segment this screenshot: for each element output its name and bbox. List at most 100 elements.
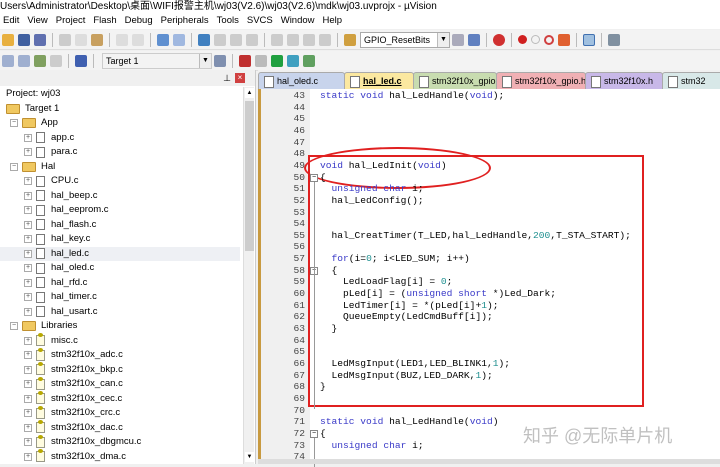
tree-file[interactable]: + stm32f10x_can.c bbox=[24, 376, 123, 391]
menu-peripherals[interactable]: Peripherals bbox=[158, 13, 214, 29]
tree-file[interactable]: + hal_key.c bbox=[24, 232, 90, 246]
collapse-icon[interactable]: − bbox=[10, 162, 18, 171]
tree-file[interactable]: + hal_timer.c bbox=[24, 290, 97, 304]
tree-file[interactable]: + stm32f10x_dma.c bbox=[24, 449, 126, 464]
expand-icon[interactable]: + bbox=[24, 235, 32, 243]
expand-icon[interactable]: + bbox=[24, 264, 32, 272]
fold-toggle-icon[interactable]: − bbox=[310, 173, 318, 182]
tree-file[interactable]: + stm32f10x_bkp.c bbox=[24, 362, 123, 377]
tree-file[interactable]: + hal_beep.c bbox=[24, 189, 97, 203]
load-icon[interactable] bbox=[75, 54, 87, 67]
back-icon[interactable] bbox=[157, 33, 169, 46]
tree-file[interactable]: + CPU.c bbox=[24, 174, 78, 188]
redo-icon[interactable] bbox=[132, 33, 144, 46]
tab-hal-led-c[interactable]: hal_led.c bbox=[344, 72, 414, 89]
indent-icon[interactable] bbox=[271, 33, 283, 46]
menu-svcs[interactable]: SVCS bbox=[244, 13, 278, 29]
collapse-icon[interactable]: − bbox=[10, 322, 18, 330]
kill-breakpoints-icon[interactable] bbox=[544, 34, 554, 45]
menu-tools[interactable]: Tools bbox=[214, 13, 244, 29]
tree-file[interactable]: + misc.c bbox=[24, 333, 78, 348]
batch-build-icon[interactable] bbox=[50, 54, 62, 67]
expand-icon[interactable]: + bbox=[24, 423, 32, 432]
open-icon[interactable] bbox=[2, 33, 14, 46]
expand-icon[interactable]: + bbox=[24, 293, 32, 301]
cut-icon[interactable] bbox=[59, 33, 71, 46]
function-combo[interactable]: GPIO_ResetBits ▼ bbox=[360, 31, 450, 48]
tree-file[interactable]: + stm32f10x_dbgmcu.c bbox=[24, 434, 141, 449]
undo-icon[interactable] bbox=[116, 33, 128, 46]
code-line[interactable]: hal_LedConfig(); bbox=[320, 195, 424, 207]
code-line[interactable]: static void hal_LedHandle(void); bbox=[320, 90, 504, 102]
code-line[interactable]: for(i=0; i<LED_SUM; i++) bbox=[320, 253, 470, 265]
tab-hal-oled-c[interactable]: hal_oled.c bbox=[258, 72, 345, 89]
run-time-environment-icon[interactable] bbox=[303, 54, 315, 67]
code-line[interactable]: hal_CreatTimer(T_LED,hal_LedHandle,200,T… bbox=[320, 230, 631, 242]
comment-icon[interactable] bbox=[303, 33, 315, 46]
menu-project[interactable]: Project bbox=[53, 13, 91, 29]
code-editor[interactable]: 43 static void hal_LedHandle(void); 44 45 46… bbox=[258, 89, 720, 467]
code-line[interactable]: QueueEmpty(LedCmdBuff[i]); bbox=[320, 311, 493, 323]
tree-file[interactable]: + stm32f10x_cec.c bbox=[24, 391, 122, 406]
scroll-down-icon[interactable]: ▼ bbox=[245, 452, 254, 462]
code-line[interactable]: LedLoadFlag[i] = 0; bbox=[320, 276, 452, 288]
bookmark-icon[interactable] bbox=[198, 33, 210, 46]
rebuild-icon[interactable] bbox=[34, 54, 46, 67]
clear-bookmarks-icon[interactable] bbox=[246, 33, 258, 46]
tab-stm32f10x-gpio-h[interactable]: stm32f10x_gpio.h bbox=[496, 72, 586, 89]
target-combo[interactable]: Target 1 ▼ bbox=[102, 52, 212, 69]
pack-installer-icon[interactable] bbox=[271, 54, 283, 67]
expand-icon[interactable]: + bbox=[24, 409, 32, 417]
breakpoint-icon[interactable] bbox=[518, 35, 527, 44]
manage-components-icon[interactable] bbox=[239, 54, 251, 67]
expand-icon[interactable]: + bbox=[24, 278, 32, 287]
expand-icon[interactable]: + bbox=[24, 394, 32, 403]
tab-stm32f10x-gpio-c[interactable]: stm32f10x_gpio.c bbox=[413, 72, 503, 89]
code-line[interactable]: } bbox=[320, 381, 326, 393]
expand-icon[interactable]: + bbox=[24, 452, 32, 461]
tree-file[interactable]: + app.c bbox=[24, 131, 74, 145]
code-line[interactable]: static void hal_LedHandle(void) bbox=[320, 416, 499, 428]
expand-icon[interactable]: + bbox=[24, 438, 32, 446]
expand-icon[interactable]: + bbox=[24, 177, 32, 185]
kill-all-breakpoints-icon[interactable] bbox=[558, 33, 570, 46]
tree-group-hal[interactable]: − Hal bbox=[10, 160, 55, 174]
unindent-icon[interactable] bbox=[287, 33, 299, 46]
expand-icon[interactable]: + bbox=[24, 133, 32, 142]
incremental-find-icon[interactable] bbox=[468, 33, 480, 46]
expand-icon[interactable]: + bbox=[24, 148, 32, 156]
tree-file[interactable]: + para.c bbox=[24, 145, 77, 159]
project-scrollbar[interactable]: ▲ ▼ bbox=[243, 87, 254, 464]
save-icon[interactable] bbox=[18, 33, 30, 46]
window-layout-icon[interactable] bbox=[583, 33, 595, 46]
tree-file[interactable]: + stm32f10x_dac.c bbox=[24, 420, 123, 435]
tree-file[interactable]: + stm32f10x_adc.c bbox=[24, 347, 123, 362]
collapse-icon[interactable]: − bbox=[10, 119, 18, 127]
tree-file[interactable]: + hal_led.c bbox=[0, 246, 240, 261]
tab-stm32[interactable]: stm32 bbox=[662, 72, 720, 89]
code-line[interactable]: { bbox=[320, 172, 326, 184]
build-icon[interactable] bbox=[18, 54, 30, 67]
expand-icon[interactable]: + bbox=[24, 365, 32, 374]
scroll-thumb[interactable] bbox=[245, 101, 254, 251]
select-software-packs-icon[interactable] bbox=[287, 54, 299, 67]
target-options-icon[interactable] bbox=[214, 54, 226, 67]
paste-icon[interactable] bbox=[91, 33, 103, 46]
tree-file[interactable]: + hal_eeprom.c bbox=[24, 203, 109, 217]
prev-bookmark-icon[interactable] bbox=[214, 33, 226, 46]
expand-icon[interactable]: + bbox=[24, 220, 32, 229]
tree-group-app[interactable]: − App bbox=[10, 116, 58, 130]
tab-stm32f10x-h[interactable]: stm32f10x.h bbox=[585, 72, 663, 89]
code-line[interactable]: LedTimer[i] = *(pLed[i]+1); bbox=[320, 300, 498, 312]
close-icon[interactable]: × bbox=[235, 73, 245, 83]
menu-flash[interactable]: Flash bbox=[90, 13, 121, 29]
disable-breakpoint-icon[interactable] bbox=[531, 35, 540, 44]
save-all-icon[interactable] bbox=[34, 33, 46, 46]
code-line[interactable]: LedMsgInput(BUZ,LED_DARK,1); bbox=[320, 370, 493, 382]
tree-file[interactable]: + hal_oled.c bbox=[24, 261, 94, 275]
expand-icon[interactable]: + bbox=[24, 206, 32, 214]
next-bookmark-icon[interactable] bbox=[230, 33, 242, 46]
code-line[interactable]: } bbox=[320, 323, 338, 335]
debug-session-icon[interactable] bbox=[493, 33, 505, 46]
translate-icon[interactable] bbox=[2, 54, 14, 67]
